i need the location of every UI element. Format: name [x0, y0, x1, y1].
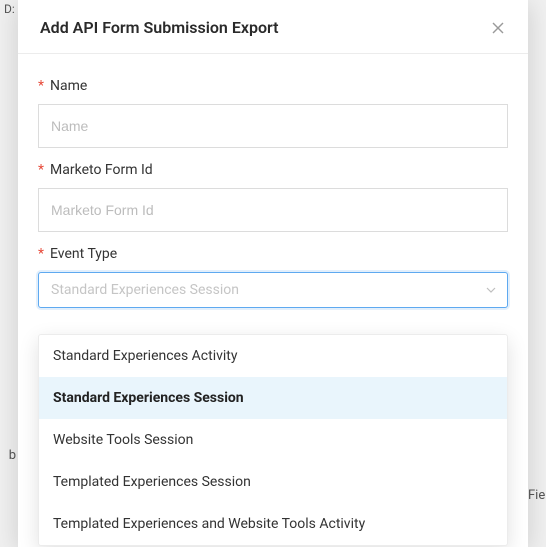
field-name: * Name: [38, 78, 508, 148]
field-event-type: * Event Type Standard Experiences Sessio…: [38, 246, 508, 308]
field-label-marketo: * Marketo Form Id: [38, 162, 508, 178]
name-input[interactable]: [38, 104, 508, 148]
required-star-icon: *: [38, 79, 44, 93]
event-type-dropdown: Standard Experiences Activity Standard E…: [38, 334, 508, 546]
background-fragment-top: D:: [0, 0, 19, 18]
modal-header: Add API Form Submission Export: [18, 0, 528, 54]
required-star-icon: *: [38, 247, 44, 261]
option-standard-experiences-activity[interactable]: Standard Experiences Activity: [39, 335, 507, 377]
chevron-down-icon: [485, 284, 497, 296]
field-label-event-type: * Event Type: [38, 246, 508, 262]
option-standard-experiences-session[interactable]: Standard Experiences Session: [39, 377, 507, 419]
field-marketo-form-id: * Marketo Form Id: [38, 162, 508, 232]
background-fragment-left: b: [0, 440, 18, 470]
modal-body: * Name * Marketo Form Id * Event Type St…: [18, 54, 528, 318]
modal-dialog: Add API Form Submission Export * Name * …: [18, 0, 528, 547]
required-star-icon: *: [38, 163, 44, 177]
option-website-tools-session[interactable]: Website Tools Session: [39, 419, 507, 461]
label-text: Marketo Form Id: [50, 162, 153, 178]
modal-title: Add API Form Submission Export: [40, 18, 279, 37]
option-templated-experiences-and-website-tools-activity[interactable]: Templated Experiences and Website Tools …: [39, 503, 507, 545]
select-placeholder: Standard Experiences Session: [51, 282, 239, 298]
option-templated-experiences-session[interactable]: Templated Experiences Session: [39, 461, 507, 503]
marketo-form-id-input[interactable]: [38, 188, 508, 232]
background-fragment-right: Fie: [528, 480, 546, 510]
event-type-select[interactable]: Standard Experiences Session: [38, 272, 508, 308]
field-label-name: * Name: [38, 78, 508, 94]
close-icon[interactable]: [490, 20, 506, 36]
label-text: Event Type: [50, 246, 117, 262]
label-text: Name: [50, 78, 87, 94]
